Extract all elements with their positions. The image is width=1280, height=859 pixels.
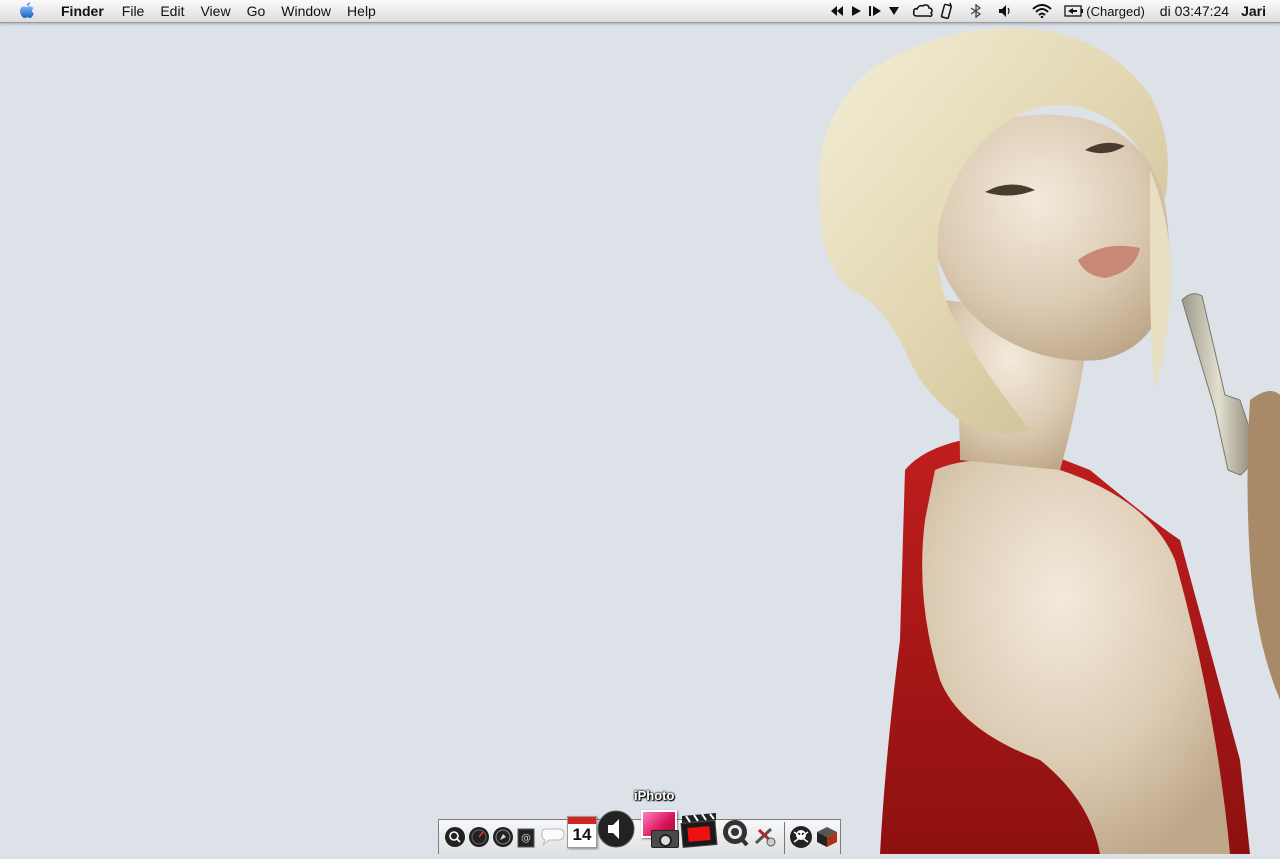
menu-view[interactable]: View — [192, 0, 238, 22]
safari-icon[interactable] — [492, 826, 514, 848]
bluetooth-icon — [970, 4, 982, 18]
battery-icon — [1064, 5, 1084, 17]
previous-track-icon — [831, 6, 844, 16]
spotlight-icon[interactable] — [444, 826, 466, 848]
desktop-wallpaper — [0, 22, 1280, 854]
wifi-icon — [1032, 4, 1052, 18]
dock-tooltip: iPhoto — [634, 788, 675, 803]
quicktime-icon[interactable] — [721, 818, 751, 848]
calendar-header — [568, 817, 596, 824]
menu-app-name[interactable]: Finder — [53, 0, 112, 22]
svg-text:@: @ — [521, 833, 531, 844]
previous-track-button[interactable] — [827, 0, 847, 22]
speaker-icon[interactable] — [597, 810, 635, 848]
battery-status-text: (Charged) — [1086, 3, 1145, 19]
volume-icon — [999, 5, 1010, 17]
tools-icon[interactable] — [753, 825, 779, 849]
iphoto-icon[interactable] — [639, 810, 679, 852]
media-menu-button[interactable] — [885, 0, 903, 22]
mail-icon[interactable]: @ — [517, 828, 535, 848]
next-track-icon — [869, 6, 882, 16]
calendar-icon[interactable]: 14 — [567, 816, 597, 848]
phone-status-button[interactable] — [937, 0, 957, 22]
battery-button[interactable]: (Charged) — [1061, 0, 1148, 22]
dock: @ 14 — [438, 810, 841, 854]
dropdown-triangle-icon — [889, 7, 900, 15]
box-icon[interactable] — [815, 825, 839, 849]
iphoto-camera — [651, 830, 679, 848]
next-track-button[interactable] — [865, 0, 885, 22]
play-button[interactable] — [847, 0, 865, 22]
menu-extras: (Charged) di 03:47:24 Jari — [827, 0, 1280, 22]
menu-window[interactable]: Window — [273, 0, 339, 22]
menu-edit[interactable]: Edit — [152, 0, 192, 22]
play-icon — [852, 6, 862, 16]
iphoto-lens — [659, 834, 672, 847]
apple-logo-icon — [20, 1, 34, 18]
user-menu[interactable]: Jari — [1239, 0, 1280, 22]
dock-divider — [784, 822, 785, 854]
phone-icon — [941, 2, 953, 20]
menu-bar: Finder File Edit View Go Window Help (Ch… — [0, 0, 1280, 23]
cloud-status-button[interactable] — [909, 0, 937, 22]
calendar-date: 14 — [572, 825, 592, 844]
cloud-icon — [913, 4, 934, 17]
bluetooth-status-button[interactable] — [965, 0, 987, 22]
menu-help[interactable]: Help — [339, 0, 384, 22]
menu-clock[interactable]: di 03:47:24 — [1148, 0, 1239, 22]
menu-file[interactable]: File — [114, 0, 153, 22]
skull-trash-icon[interactable] — [789, 825, 813, 849]
apple-menu-button[interactable] — [17, 1, 37, 21]
wallpaper-illustration — [818, 28, 1280, 854]
menu-go[interactable]: Go — [239, 0, 274, 22]
volume-button[interactable] — [995, 0, 1017, 22]
chat-bubble-icon[interactable] — [539, 828, 565, 850]
clapperboard-icon[interactable] — [679, 812, 719, 850]
wifi-button[interactable] — [1029, 0, 1055, 22]
dashboard-icon[interactable] — [468, 826, 490, 848]
